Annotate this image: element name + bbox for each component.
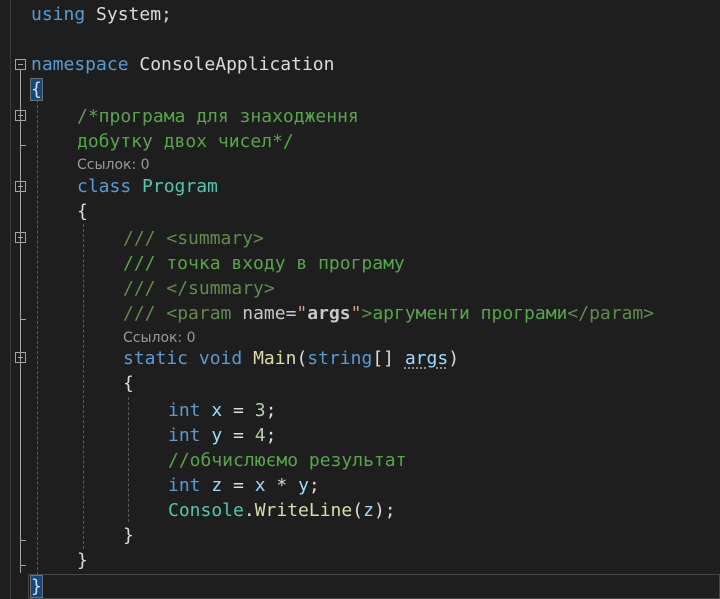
variable-name: z <box>211 475 223 496</box>
code-text: System; <box>85 4 172 25</box>
variable-name: y <box>298 475 309 496</box>
doc-comment: /// <box>123 278 167 299</box>
brace: } <box>77 550 88 571</box>
punctuation: [] <box>372 348 405 369</box>
punctuation: ; <box>265 400 277 421</box>
method-name: Main <box>253 348 297 369</box>
xml-tag: <param <box>166 303 232 324</box>
xml-attribute: name <box>231 303 286 324</box>
class-name: Program <box>142 176 218 197</box>
code-line[interactable]: /// </summary> <box>0 276 720 301</box>
comment: /*програма для знаходження <box>77 106 359 127</box>
code-line[interactable]: namespace ConsoleApplication <box>0 52 720 77</box>
code-line[interactable]: /// <summary> <box>0 226 720 251</box>
code-line[interactable]: } <box>0 548 720 573</box>
keyword: int <box>168 400 201 421</box>
keyword: namespace <box>31 54 129 75</box>
code-line[interactable]: int y = 4; <box>0 423 720 448</box>
doc-comment: /// <box>123 303 167 324</box>
keyword: class <box>77 176 132 197</box>
xml-quote: " <box>296 303 308 324</box>
code-line[interactable]: Console.WriteLine(z); <box>0 498 720 523</box>
operator: = <box>222 425 255 446</box>
xml-tag: </param> <box>567 303 655 324</box>
code-line[interactable]: int x = 3; <box>0 398 720 423</box>
xml-tag: </summary> <box>166 278 275 299</box>
variable-name: x <box>211 400 223 421</box>
codelens-text[interactable]: Ссылок: 0 <box>77 157 150 173</box>
code-line[interactable]: /// точка входу в програму <box>0 251 720 276</box>
punctuation: ) <box>448 348 460 369</box>
punctuation: . <box>243 500 255 521</box>
punctuation: ( <box>352 500 364 521</box>
xml-equals: = <box>285 303 297 324</box>
keyword: string <box>307 348 373 369</box>
method-name: WriteLine <box>254 500 353 521</box>
doc-comment: /// точка входу в програму <box>123 253 405 274</box>
codelens-references[interactable]: Ссылок: 0 <box>0 156 720 174</box>
namespace-name: ConsoleApplication <box>128 54 335 75</box>
doc-comment: /// <box>123 228 167 249</box>
keyword: void <box>198 348 243 369</box>
brace: } <box>30 575 43 598</box>
codelens-text[interactable]: Ссылок: 0 <box>123 330 196 346</box>
code-line[interactable]: } <box>0 574 720 599</box>
code-line[interactable]: /// <param name="args">аргументи програм… <box>0 301 720 326</box>
brace: } <box>123 525 134 546</box>
code-line[interactable]: using System; <box>0 2 720 27</box>
codelens-references[interactable]: Ссылок: 0 <box>0 329 720 347</box>
xml-quote: " <box>350 303 362 324</box>
doc-comment-text: аргументи програми <box>372 303 568 324</box>
code-line[interactable]: class Program <box>0 174 720 199</box>
brace: { <box>123 373 134 394</box>
code-line[interactable]: static void Main(string[] args) <box>0 346 720 371</box>
xml-attribute-value: args <box>307 303 351 324</box>
class-name: Console <box>168 500 244 521</box>
code-line[interactable]: /*програма для знаходження <box>0 104 720 129</box>
code-line[interactable]: int z = x * y; <box>0 473 720 498</box>
keyword: int <box>168 475 201 496</box>
keyword: int <box>168 425 201 446</box>
operator: = <box>222 475 255 496</box>
punctuation: ; <box>265 425 277 446</box>
keyword: static <box>123 348 189 369</box>
punctuation: ); <box>373 500 396 521</box>
variable-name: z <box>363 500 374 521</box>
keyword: using <box>31 4 86 25</box>
punctuation: ( <box>296 348 308 369</box>
punctuation: ; <box>308 475 320 496</box>
number-literal: 3 <box>254 400 266 421</box>
code-line[interactable]: { <box>0 199 720 224</box>
code-line[interactable]: добутку двох чисел*/ <box>0 129 720 154</box>
code-editor[interactable]: using System; namespace ConsoleApplicati… <box>0 0 720 599</box>
variable-name: x <box>254 475 266 496</box>
parameter-name: args <box>404 348 449 369</box>
code-line[interactable]: //обчислюємо результат <box>0 448 720 473</box>
variable-name: y <box>211 425 223 446</box>
comment: //обчислюємо результат <box>168 450 407 471</box>
code-line[interactable]: { <box>0 371 720 396</box>
code-line[interactable]: } <box>0 523 720 548</box>
xml-tag: <summary> <box>166 228 264 249</box>
xml-tag: > <box>361 303 373 324</box>
comment: добутку двох чисел*/ <box>77 131 294 152</box>
operator: * <box>265 475 299 496</box>
operator: = <box>222 400 255 421</box>
number-literal: 4 <box>254 425 266 446</box>
brace: { <box>30 78 43 101</box>
brace: { <box>77 201 88 222</box>
code-line[interactable]: { <box>0 77 720 102</box>
